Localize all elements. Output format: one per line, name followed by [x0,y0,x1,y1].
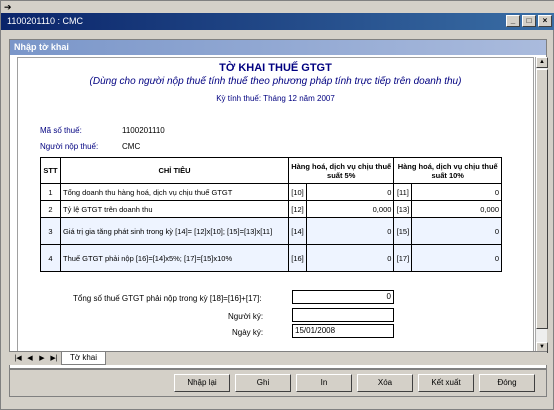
scroll-thumb[interactable] [536,69,548,329]
row-code: [15] [393,217,413,245]
row-code: [10] [288,183,307,201]
table-row: 3 Giá trị gia tăng phát sinh trong kỳ [1… [40,217,502,245]
total-field[interactable]: 0 [292,290,394,304]
value-17: 0 [411,244,502,272]
tax-id-label: Mã số thuế: [40,126,82,135]
app-window: ➔ 1100201110 : CMC _ □ × Nhập tờ khai TỜ… [0,0,554,410]
declaration-table: STT CHỈ TIÊU Hàng hoá, dịch vụ chịu thuế… [40,157,502,272]
row-code: [13] [393,200,413,218]
row-item: Tỷ lệ GTGT trên doanh thu [60,200,289,218]
form-sheet: TỜ KHAI THUẾ GTGT (Dùng cho người nộp th… [17,57,534,353]
delete-button[interactable]: Xóa [357,374,413,392]
row-code: [11] [393,183,413,201]
value-16: 0 [305,244,395,272]
row-code: [17] [393,244,413,272]
value-13-input[interactable]: 0,000 [411,200,502,218]
header-5pct: Hàng hoá, dịch vụ chịu thuế suất 5% [287,157,395,184]
reenter-button[interactable]: Nhập lại [174,374,230,392]
next-sheet-icon[interactable]: ▶ [37,353,47,364]
form-title: TỜ KHAI THUẾ GTGT [219,62,332,74]
table-row: 2 Tỷ lệ GTGT trên doanh thu [12] 0,000 [… [40,200,502,218]
row-code: [16] [288,244,307,272]
value-12-input[interactable]: 0,000 [305,200,395,218]
row-stt: 4 [40,244,61,272]
header-10pct: Hàng hoá, dịch vụ chịu thuế suất 10% [393,157,502,184]
maximize-button[interactable]: □ [522,15,536,27]
value-11-input[interactable]: 0 [411,183,502,201]
header-item: CHỈ TIÊU [60,157,289,184]
signer-field[interactable] [292,308,394,322]
last-sheet-icon[interactable]: ▶| [49,353,59,364]
date-label: Ngày ký: [232,328,264,337]
title-bar: 1100201110 : CMC _ □ × [1,13,554,30]
vertical-scrollbar[interactable]: ▲ ▼ [535,57,548,353]
form-subtitle: (Dùng cho người nộp thuế tính thuế theo … [89,76,462,87]
close-window-button[interactable]: × [538,15,552,27]
top-strip: ➔ [1,1,554,13]
value-15: 0 [411,217,502,245]
signer-label: Người ký: [228,312,264,321]
minimize-button[interactable]: _ [506,15,520,27]
value-10-input[interactable]: 0 [305,183,395,201]
tax-period: Kỳ tính thuế: Tháng 12 năm 2007 [216,94,335,103]
row-code: [12] [288,200,307,218]
table-row: 4 Thuế GTGT phải nộp [16]=[14]x5%; [17]=… [40,244,502,272]
date-field[interactable]: 15/01/2008 [292,324,394,338]
row-item: Tổng doanh thu hàng hoá, dịch vụ chịu th… [60,183,289,201]
scroll-up-icon[interactable]: ▲ [536,57,548,68]
window-title: 1100201110 : CMC [7,16,84,26]
print-button[interactable]: In [296,374,352,392]
value-14: 0 [305,217,395,245]
tax-id-value: 1100201110 [122,126,165,135]
payer-label: Người nộp thuế: [40,142,99,151]
save-button[interactable]: Ghi [235,374,291,392]
first-sheet-icon[interactable]: |◀ [13,353,23,364]
button-bar: Nhập lại Ghi In Xóa Kết xuất Đóng [9,369,547,397]
row-item: Thuế GTGT phải nộp [16]=[14]x5%; [17]=[1… [60,244,289,272]
row-stt: 1 [40,183,61,201]
panel-title: Nhập tờ khai [10,40,546,55]
row-stt: 2 [40,200,61,218]
declaration-panel: Nhập tờ khai TỜ KHAI THUẾ GTGT (Dùng cho… [9,39,548,369]
app-menu-icon[interactable]: ➔ [4,2,12,13]
row-code: [14] [288,217,307,245]
tab-to-khai[interactable]: Tờ khai [61,352,107,365]
export-button[interactable]: Kết xuất [418,374,474,392]
prev-sheet-icon[interactable]: ◀ [25,353,35,364]
total-label: Tổng số thuế GTGT phải nộp trong kỳ [18]… [73,294,262,303]
table-row: 1 Tổng doanh thu hàng hoá, dịch vụ chịu … [40,183,502,201]
row-stt: 3 [40,217,61,245]
row-item: Giá trị gia tăng phát sinh trong kỳ [14]… [60,217,289,245]
close-button[interactable]: Đóng [479,374,535,392]
payer-value: CMC [122,142,141,151]
sheet-tabs: |◀ ◀ ▶ ▶| Tờ khai [9,351,547,365]
header-stt: STT [40,157,61,184]
